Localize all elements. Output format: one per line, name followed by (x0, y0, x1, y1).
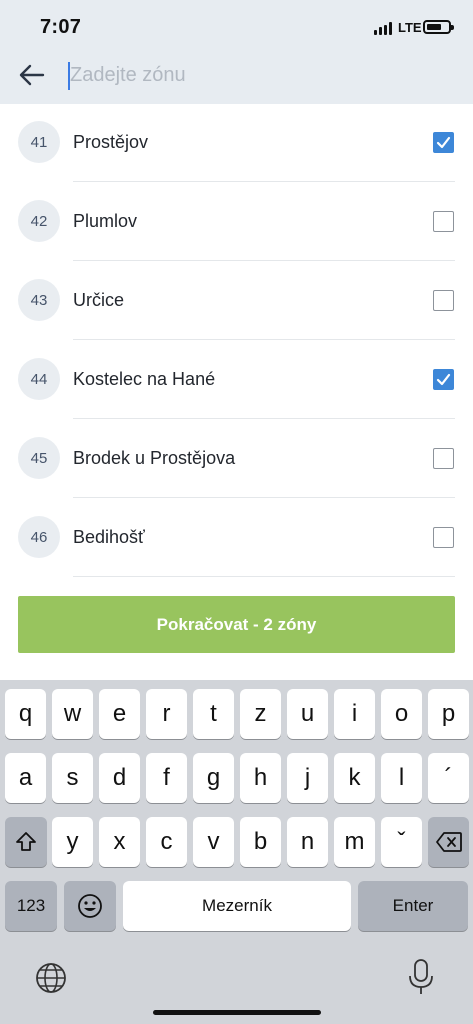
key-b[interactable]: b (240, 817, 281, 867)
divider (73, 576, 455, 577)
signal-icon (374, 22, 392, 35)
emoji-key[interactable] (64, 881, 116, 931)
key-n[interactable]: n (287, 817, 328, 867)
key-a[interactable]: a (5, 753, 46, 803)
zone-name: Brodek u Prostějova (73, 448, 236, 468)
zone-name: Prostějov (73, 132, 149, 152)
key-m[interactable]: m (334, 817, 375, 867)
key-z[interactable]: z (240, 689, 281, 739)
header: 7:07 LTE (0, 0, 473, 104)
zone-row[interactable]: 43 Určice (0, 261, 473, 340)
enter-key[interactable]: Enter (358, 881, 468, 931)
zone-number: 41 (18, 121, 60, 163)
zone-name: Kostelec na Hané (73, 369, 216, 389)
key-y[interactable]: y (52, 817, 93, 867)
keyboard: q w e r t z u i o p a s d f g h j k l ´ … (0, 680, 473, 1024)
zone-checkbox[interactable] (433, 211, 454, 232)
checkmark-icon (436, 136, 451, 149)
key-t[interactable]: t (193, 689, 234, 739)
home-indicator (153, 1010, 321, 1015)
zone-number: 46 (18, 516, 60, 558)
zone-row[interactable]: 45 Brodek u Prostějova (0, 419, 473, 498)
zone-name: Plumlov (73, 211, 138, 231)
key-w[interactable]: w (52, 689, 93, 739)
shift-key[interactable] (5, 817, 47, 867)
backspace-key[interactable] (428, 817, 469, 867)
zone-number: 43 (18, 279, 60, 321)
checkmark-icon (436, 373, 451, 386)
microphone-icon (409, 959, 433, 994)
globe-button[interactable] (34, 961, 68, 995)
zone-checkbox[interactable] (433, 448, 454, 469)
key-r[interactable]: r (146, 689, 187, 739)
network-label: LTE (398, 20, 422, 35)
key-j[interactable]: j (287, 753, 328, 803)
zone-row[interactable]: 42 Plumlov (0, 182, 473, 261)
key-acute[interactable]: ´ (428, 753, 469, 803)
battery-icon (423, 20, 454, 34)
key-e[interactable]: e (99, 689, 140, 739)
zone-name: Určice (73, 290, 125, 310)
zone-number: 42 (18, 200, 60, 242)
space-key[interactable]: Mezerník (123, 881, 351, 931)
dictation-button[interactable] (406, 958, 436, 996)
zone-search[interactable] (68, 60, 448, 90)
zone-search-input[interactable] (70, 60, 448, 90)
zone-number: 44 (18, 358, 60, 400)
key-i[interactable]: i (334, 689, 375, 739)
zone-name: Bedihošť (73, 527, 145, 547)
status-time: 7:07 (40, 16, 82, 38)
back-button[interactable] (16, 60, 48, 90)
key-h[interactable]: h (240, 753, 281, 803)
zone-checkbox[interactable] (433, 527, 454, 548)
backspace-icon (435, 832, 462, 852)
key-d[interactable]: d (99, 753, 140, 803)
zone-checkbox[interactable] (433, 369, 454, 390)
emoji-icon (78, 894, 102, 918)
zone-checkbox[interactable] (433, 132, 454, 153)
key-l[interactable]: l (381, 753, 422, 803)
key-s[interactable]: s (52, 753, 93, 803)
key-g[interactable]: g (193, 753, 234, 803)
zone-row[interactable]: 46 Bedihošť (0, 498, 473, 577)
zone-checkbox[interactable] (433, 290, 454, 311)
zone-row[interactable]: 41 Prostějov (0, 103, 473, 182)
zone-row[interactable]: 44 Kostelec na Hané (0, 340, 473, 419)
key-c[interactable]: c (146, 817, 187, 867)
zone-number: 45 (18, 437, 60, 479)
key-caron[interactable]: ˇ (381, 817, 422, 867)
shift-icon (16, 832, 36, 851)
key-o[interactable]: o (381, 689, 422, 739)
key-p[interactable]: p (428, 689, 469, 739)
key-v[interactable]: v (193, 817, 234, 867)
numbers-key[interactable]: 123 (5, 881, 57, 931)
key-k[interactable]: k (334, 753, 375, 803)
back-arrow-icon (19, 64, 45, 86)
key-q[interactable]: q (5, 689, 46, 739)
status-bar: 7:07 LTE (0, 0, 473, 48)
key-u[interactable]: u (287, 689, 328, 739)
globe-icon (36, 963, 66, 993)
continue-button[interactable]: Pokračovat - 2 zóny (18, 596, 455, 653)
key-f[interactable]: f (146, 753, 187, 803)
key-x[interactable]: x (99, 817, 140, 867)
